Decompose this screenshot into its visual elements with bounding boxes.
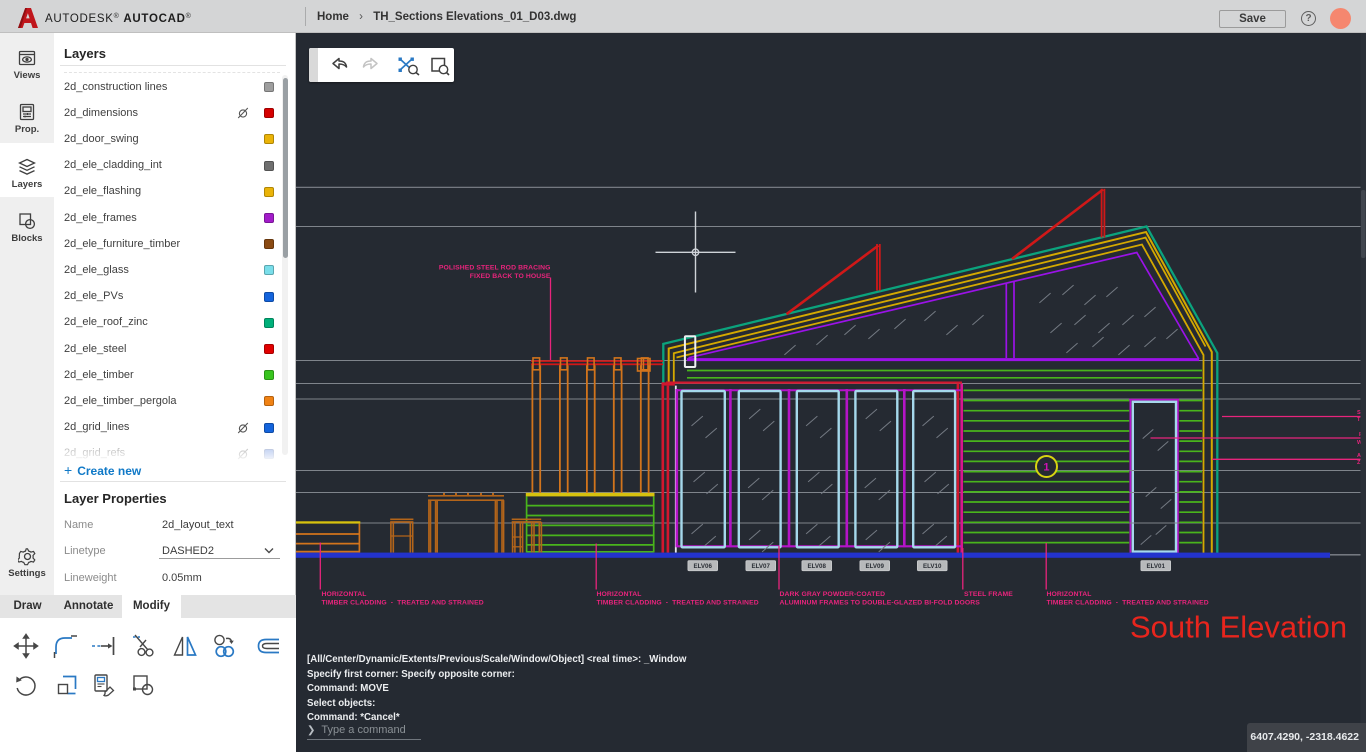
svg-text:TIMBER CLADDING - TREATED AN: TIMBER CLADDING - TREATED AND STRAINED xyxy=(322,600,484,607)
svg-text:TIMBER CLADDING - TREATED AN: TIMBER CLADDING - TREATED AND STRAINED xyxy=(597,600,759,607)
svg-text:ELV09: ELV09 xyxy=(865,563,884,570)
svg-text:FIXED BACK TO HOUSE: FIXED BACK TO HOUSE xyxy=(470,273,551,280)
svg-text:STEEL FRAME: STEEL FRAME xyxy=(964,591,1013,598)
svg-text:POLISHED STEEL ROD BRACING: POLISHED STEEL ROD BRACING xyxy=(439,265,551,272)
svg-text:ELV10: ELV10 xyxy=(923,563,942,570)
svg-text:HORIZONTAL: HORIZONTAL xyxy=(322,591,367,598)
svg-text:ELV08: ELV08 xyxy=(807,563,826,570)
svg-text:ELV01: ELV01 xyxy=(1146,563,1165,570)
svg-text:Z: Z xyxy=(1357,460,1361,466)
svg-text:T: T xyxy=(1357,417,1361,423)
svg-text:South Elevation: South Elevation xyxy=(1130,610,1347,645)
svg-text:DARK GRAY POWDER-COATED: DARK GRAY POWDER-COATED xyxy=(780,591,886,598)
svg-text:ELV07: ELV07 xyxy=(751,563,770,570)
svg-text:HORIZONTAL: HORIZONTAL xyxy=(597,591,642,598)
svg-text:HORIZONTAL: HORIZONTAL xyxy=(1047,591,1092,598)
svg-text:ALUMINUM FRAMES TO DOUBLE-GLAZ: ALUMINUM FRAMES TO DOUBLE-GLAZED BI-FOLD… xyxy=(780,600,981,607)
svg-text:1: 1 xyxy=(1043,462,1049,474)
svg-text:TIMBER CLADDING - TREATED AN: TIMBER CLADDING - TREATED AND STRAINED xyxy=(1047,600,1209,607)
svg-text:ELV06: ELV06 xyxy=(693,563,712,570)
svg-text:S: S xyxy=(1357,410,1361,416)
